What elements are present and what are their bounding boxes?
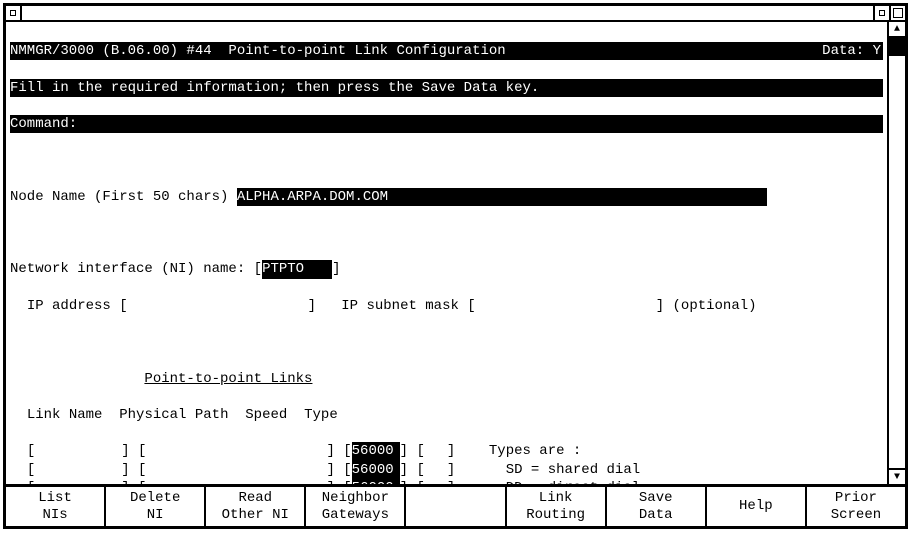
command-line[interactable]: Command:	[10, 115, 883, 133]
scroll-down-icon[interactable]: ▼	[889, 468, 905, 484]
window-titlebar	[6, 6, 905, 22]
header-bar: NMMGR/3000 (B.06.00) #44 Point-to-point …	[10, 42, 883, 60]
col-speed: Speed	[245, 407, 287, 423]
col-type: Type	[304, 407, 338, 423]
fkey-delete-ni[interactable]: DeleteNI	[106, 487, 206, 526]
link-row: [] [] [56000] [] SD = shared dial	[10, 461, 883, 479]
legend-line: SD = shared dial	[472, 462, 640, 478]
window-min-icon[interactable]	[873, 6, 889, 20]
data-flag: Y	[873, 43, 881, 59]
fkey-neighbor-gateways[interactable]: NeighborGateways	[306, 487, 406, 526]
fkey-help[interactable]: Help	[707, 487, 807, 526]
instruction-line: Fill in the required information; then p…	[10, 79, 883, 97]
window-max-icon[interactable]	[889, 6, 905, 20]
node-name-field[interactable]: ALPHA.ARPA.DOM.COM	[237, 188, 767, 206]
terminal-window: NMMGR/3000 (B.06.00) #44 Point-to-point …	[3, 3, 908, 529]
col-link-name: Link Name	[27, 407, 103, 423]
fkey-blank	[406, 487, 506, 526]
scroll-up-icon[interactable]: ▲	[889, 22, 905, 38]
screen-content: NMMGR/3000 (B.06.00) #44 Point-to-point …	[6, 22, 887, 484]
fkey-read-other-ni[interactable]: ReadOther NI	[206, 487, 306, 526]
node-name-label: Node Name (First 50 chars)	[10, 189, 228, 205]
data-label: Data:	[822, 43, 864, 59]
scroll-track[interactable]	[889, 38, 905, 468]
fkey-list-nis[interactable]: ListNIs	[6, 487, 106, 526]
function-keys: ListNIs DeleteNI ReadOther NI NeighborGa…	[6, 484, 905, 526]
legend-line: Types are :	[472, 443, 581, 459]
screen-title: NMMGR/3000 (B.06.00) #44 Point-to-point …	[10, 43, 506, 59]
optional-label: (optional)	[673, 298, 757, 314]
speed-field[interactable]: 56000	[352, 461, 400, 479]
window-menu-icon[interactable]	[6, 6, 22, 20]
link-row: [] [] [56000] [] Types are :	[10, 442, 883, 460]
ip-mask-label: IP subnet mask	[341, 298, 459, 314]
col-phys-path: Physical Path	[119, 407, 228, 423]
fkey-link-routing[interactable]: LinkRouting	[507, 487, 607, 526]
ip-addr-label: IP address	[27, 298, 111, 314]
ni-label: Network interface (NI) name:	[10, 261, 245, 277]
fkey-prior-screen[interactable]: PriorScreen	[807, 487, 905, 526]
ni-name-field[interactable]: PTPTO	[262, 260, 332, 278]
scroll-thumb[interactable]	[889, 38, 905, 56]
vertical-scrollbar[interactable]: ▲ ▼	[887, 22, 905, 484]
fkey-save-data[interactable]: SaveData	[607, 487, 707, 526]
links-section-title: Point-to-point Links	[144, 371, 312, 387]
speed-field[interactable]: 56000	[352, 442, 400, 460]
